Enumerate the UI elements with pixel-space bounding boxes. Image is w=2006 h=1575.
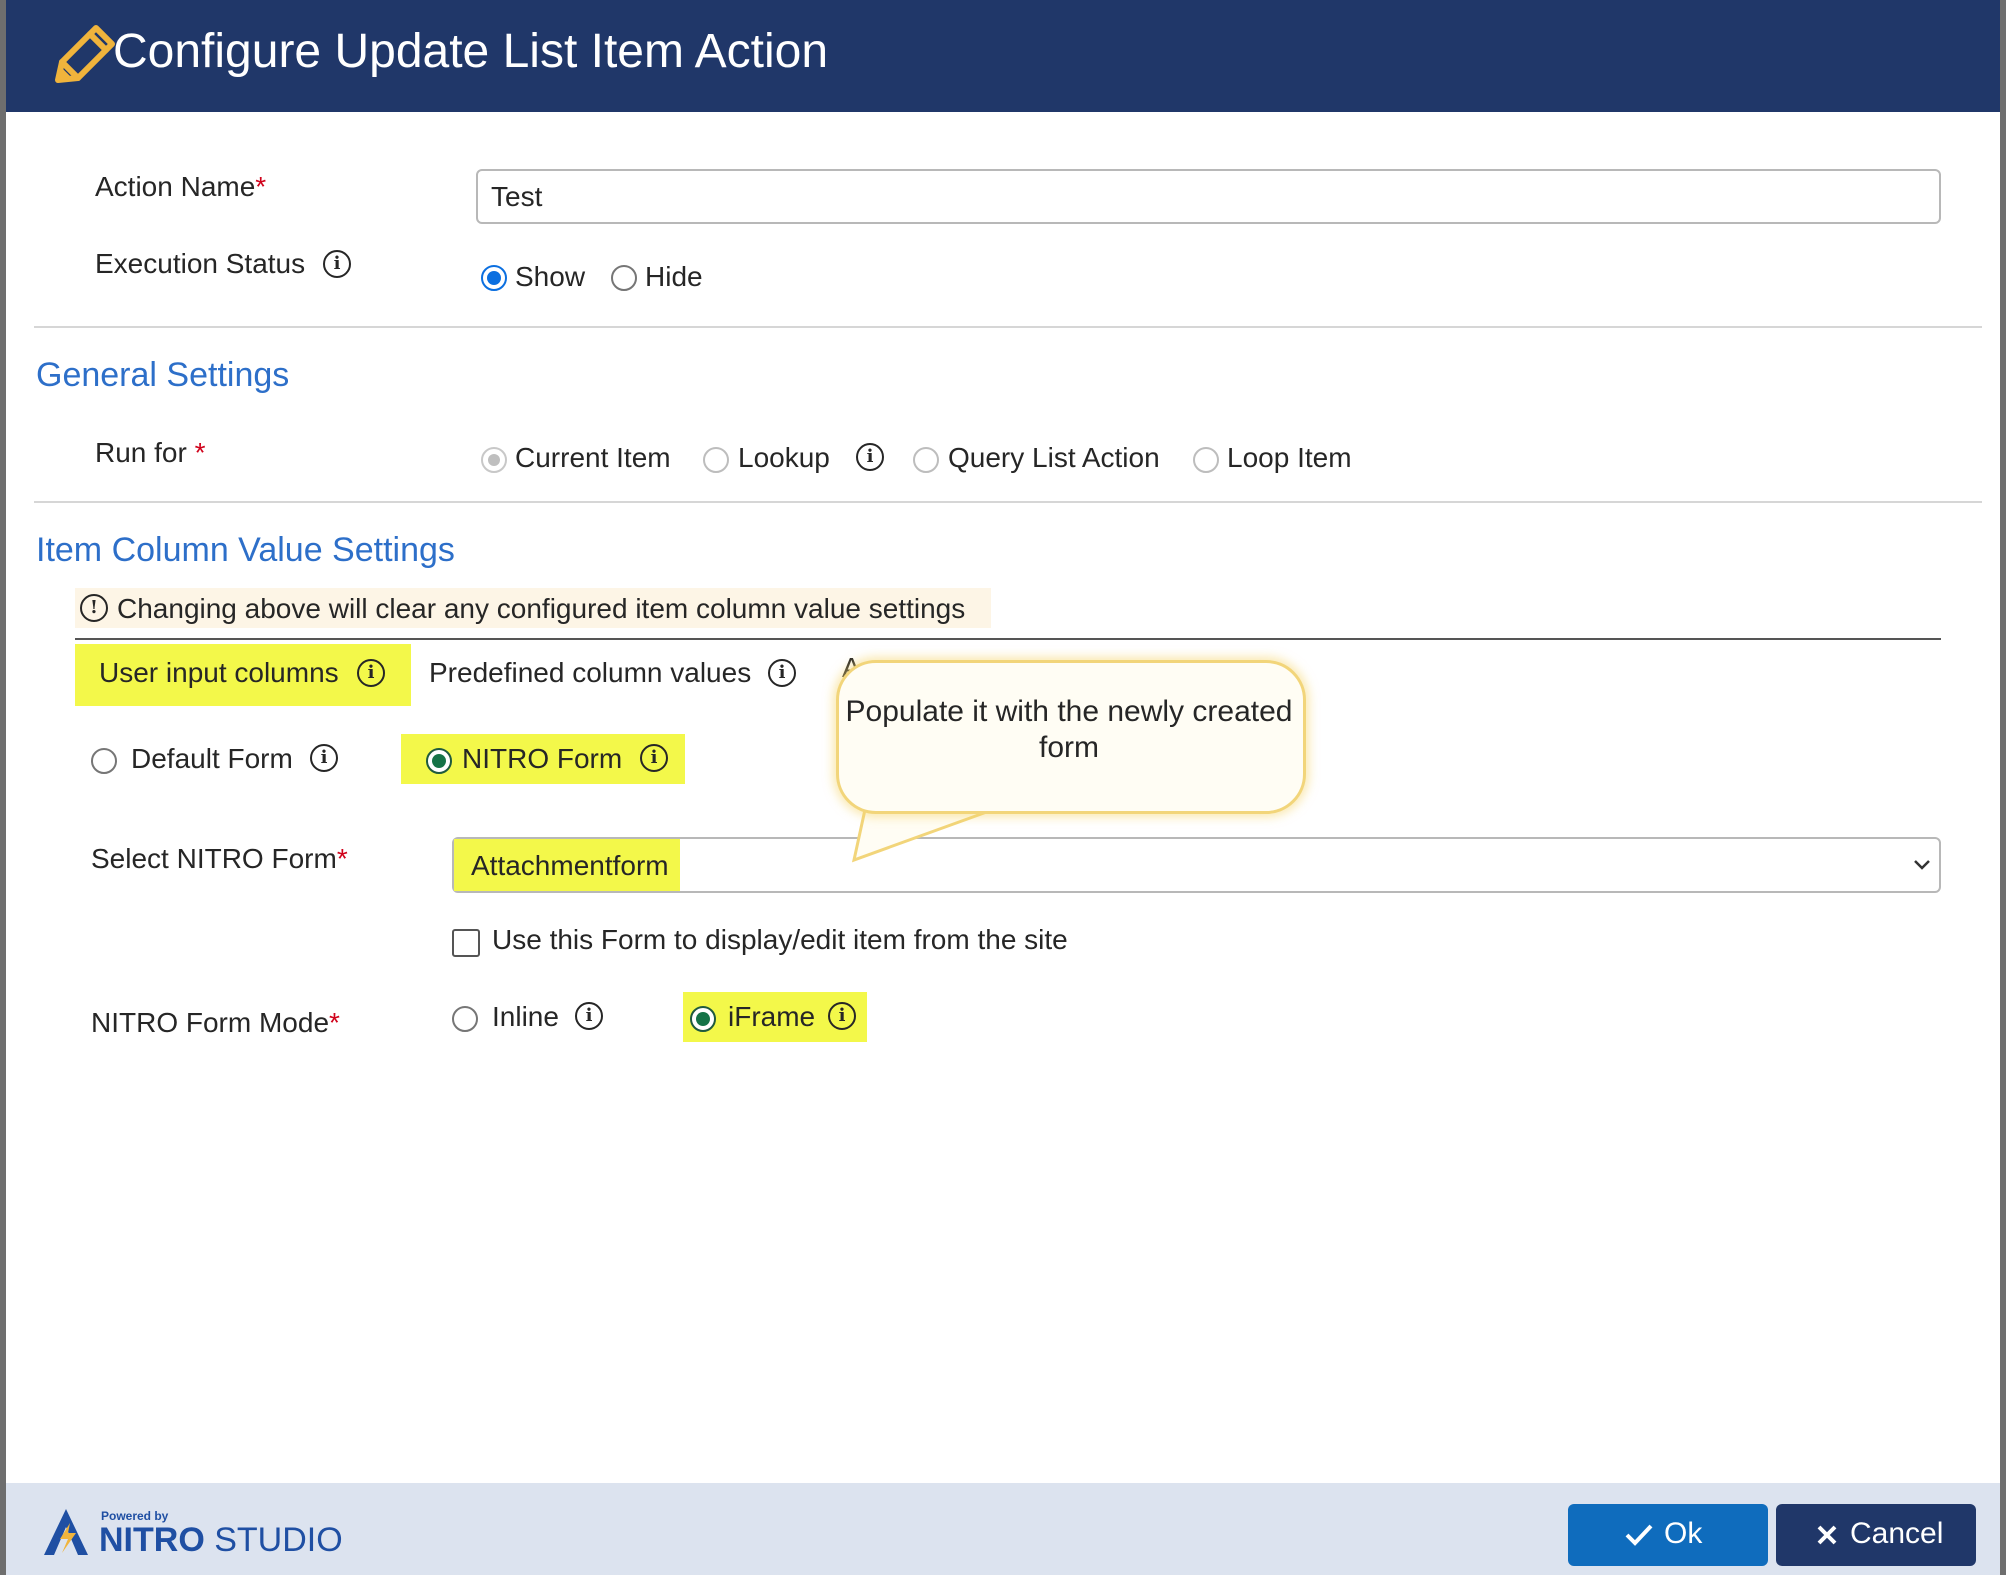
chevron-down-icon — [1914, 860, 1930, 870]
radio-show[interactable] — [481, 265, 507, 291]
warning-icon: ! — [80, 594, 108, 622]
radio-lookup-label[interactable]: Lookup — [738, 442, 830, 474]
tabs-underline — [75, 638, 1941, 640]
divider — [34, 326, 1982, 328]
radio-iframe-label[interactable]: iFrame — [728, 1001, 815, 1033]
radio-default-form-label[interactable]: Default Form — [131, 743, 293, 775]
callout-pointer-mask — [876, 795, 1016, 805]
pencil-icon — [55, 25, 115, 83]
radio-iframe[interactable] — [690, 1006, 716, 1032]
item-column-settings-heading: Item Column Value Settings — [36, 531, 455, 569]
configure-action-dialog: Configure Update List Item Action Action… — [6, 0, 2000, 1575]
radio-hide-label[interactable]: Hide — [645, 261, 703, 293]
radio-nitro-form-label[interactable]: NITRO Form — [462, 743, 622, 775]
dialog-titlebar: Configure Update List Item Action — [6, 0, 2000, 112]
nitro-form-mode-label: NITRO Form Mode* — [91, 1007, 340, 1038]
cancel-button-label: Cancel — [1850, 1517, 1944, 1550]
brand-name: NITRO STUDIO — [99, 1521, 343, 1559]
select-nitro-form-dropdown[interactable]: Attachmentform — [452, 837, 1941, 893]
predefined-column-values-info-icon[interactable]: i — [768, 659, 796, 687]
radio-query-list-action[interactable] — [913, 447, 939, 473]
radio-loop-item[interactable] — [1193, 447, 1219, 473]
nitro-studio-logo-icon — [44, 1509, 88, 1555]
checkmark-icon — [1625, 1524, 1653, 1546]
execution-status-info-icon[interactable]: i — [323, 250, 351, 278]
radio-nitro-form[interactable] — [426, 748, 452, 774]
select-nitro-form-label: Select NITRO Form* — [91, 843, 348, 874]
action-name-label: Action Name* — [95, 171, 267, 202]
tab-user-input-columns[interactable]: User input columns — [99, 657, 339, 689]
callout-text: Populate it with the newly created form — [845, 695, 1293, 764]
iframe-info-icon[interactable]: i — [828, 1002, 856, 1030]
radio-current-item-label[interactable]: Current Item — [515, 442, 671, 474]
nitro-form-info-icon[interactable]: i — [640, 744, 668, 772]
close-icon — [1817, 1525, 1837, 1545]
general-settings-heading: General Settings — [36, 356, 290, 394]
radio-default-form[interactable] — [91, 748, 117, 774]
radio-hide[interactable] — [611, 265, 637, 291]
action-name-value: Test — [491, 181, 543, 212]
execution-status-label: Execution Status — [95, 248, 306, 279]
ok-button-label: Ok — [1664, 1517, 1703, 1550]
radio-current-item[interactable] — [481, 447, 507, 473]
tab-predefined-column-values[interactable]: Predefined column values — [429, 657, 751, 689]
lookup-info-icon[interactable]: i — [856, 443, 884, 471]
radio-inline-label[interactable]: Inline — [492, 1001, 559, 1033]
radio-query-list-action-label[interactable]: Query List Action — [948, 442, 1160, 474]
radio-loop-item-label[interactable]: Loop Item — [1227, 442, 1352, 474]
run-for-label: Run for * — [95, 437, 206, 468]
ok-button[interactable]: Ok — [1568, 1504, 1768, 1566]
radio-show-label[interactable]: Show — [515, 261, 585, 293]
select-nitro-form-value: Attachmentform — [471, 850, 669, 881]
user-input-columns-info-icon[interactable]: i — [357, 659, 385, 687]
divider — [34, 501, 1982, 503]
cancel-button[interactable]: Cancel — [1776, 1504, 1976, 1566]
inline-info-icon[interactable]: i — [575, 1002, 603, 1030]
dialog-footer: Powered by NITRO STUDIO Ok Cancel — [6, 1483, 2000, 1575]
default-form-info-icon[interactable]: i — [310, 744, 338, 772]
action-name-input[interactable]: Test — [476, 169, 1941, 224]
radio-lookup[interactable] — [703, 447, 729, 473]
warning-text: Changing above will clear any configured… — [117, 593, 966, 624]
dialog-title: Configure Update List Item Action — [113, 25, 829, 78]
radio-inline[interactable] — [452, 1006, 478, 1032]
use-form-checkbox[interactable] — [452, 929, 480, 957]
use-form-checkbox-label[interactable]: Use this Form to display/edit item from … — [492, 924, 1068, 956]
